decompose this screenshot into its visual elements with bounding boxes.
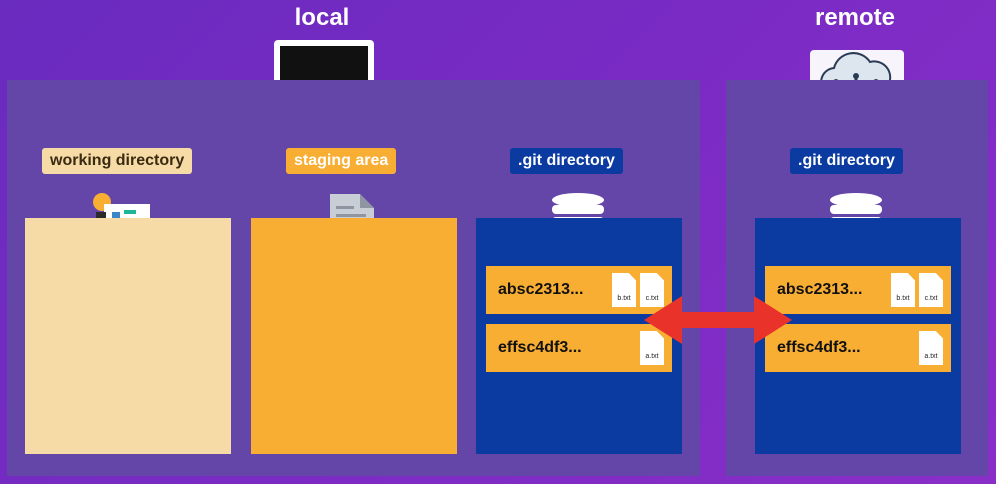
- sync-arrow-icon: [644, 294, 792, 346]
- commit-row: absc2313... b.txt c.txt: [765, 266, 951, 314]
- working-directory-area: [25, 218, 231, 454]
- working-directory-label: working directory: [42, 148, 193, 174]
- commit-hash: absc2313...: [498, 281, 584, 298]
- remote-git-directory-label: .git directory: [790, 148, 903, 174]
- commit-hash: absc2313...: [777, 281, 863, 298]
- file-icon: a.txt: [919, 331, 943, 365]
- staging-area-box: [251, 218, 457, 454]
- commit-hash: effsc4df3...: [777, 339, 861, 356]
- file-icon: b.txt: [891, 273, 915, 307]
- commit-row: effsc4df3... a.txt: [765, 324, 951, 372]
- file-icon: b.txt: [612, 273, 636, 307]
- local-git-directory-label: .git directory: [510, 148, 623, 174]
- local-heading: local: [294, 4, 350, 31]
- remote-heading: remote: [814, 4, 896, 31]
- file-icon: c.txt: [919, 273, 943, 307]
- commit-hash: effsc4df3...: [498, 339, 582, 356]
- staging-area-label: staging area: [286, 148, 397, 174]
